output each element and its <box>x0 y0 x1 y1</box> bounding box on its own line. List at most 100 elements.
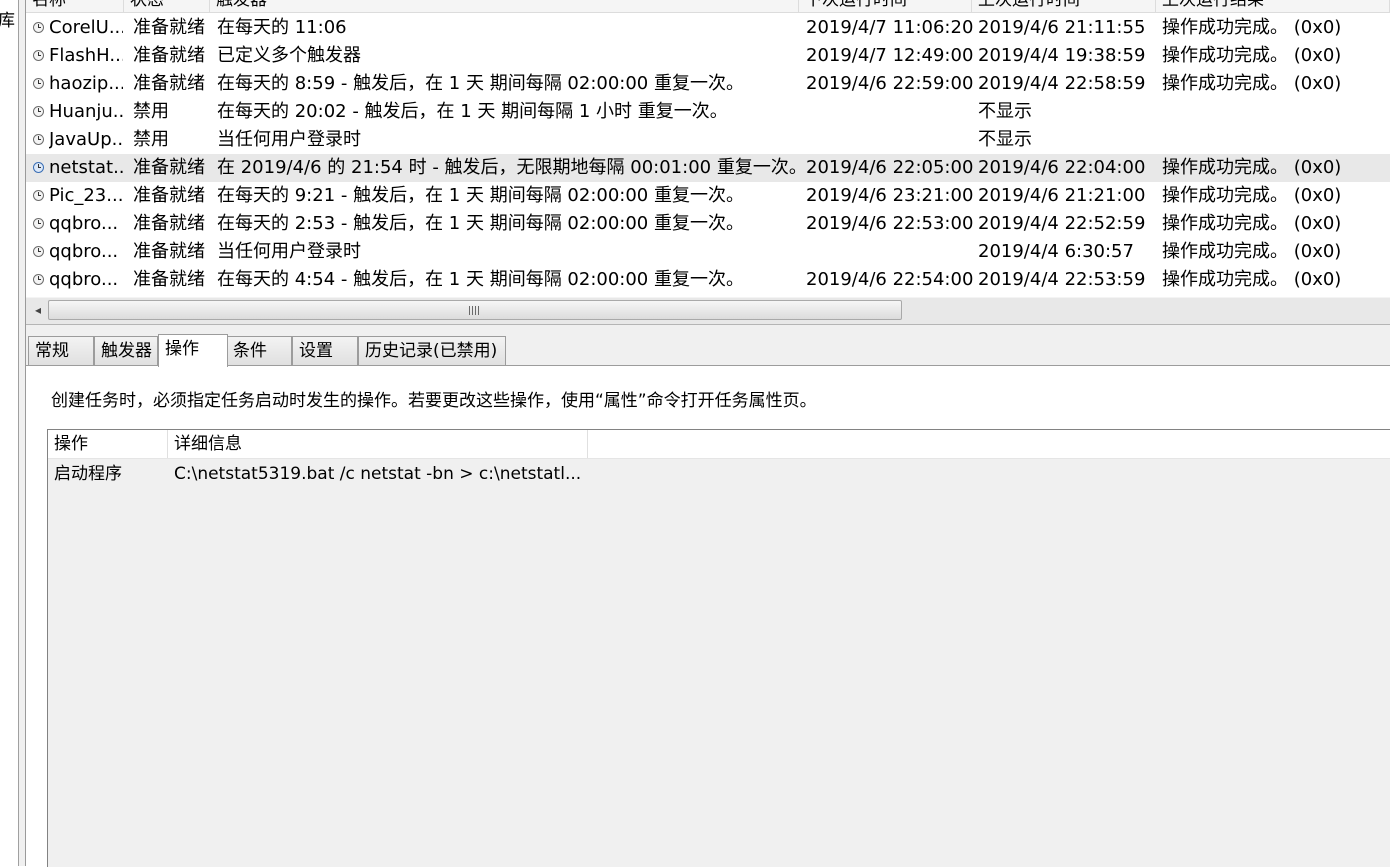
column-header-trigger[interactable]: 触发器 <box>210 0 799 12</box>
tab-general[interactable]: 常规 <box>28 336 94 365</box>
task-status: 禁用 <box>133 101 169 122</box>
task-name: qqbro... <box>49 269 119 290</box>
tab-settings[interactable]: 设置 <box>292 336 358 365</box>
task-name: Pic_23... <box>49 185 123 206</box>
tab-history[interactable]: 历史记录(已禁用) <box>358 336 506 365</box>
task-next-run: 2019/4/6 22:05:00 <box>806 157 974 178</box>
task-last-result <box>1162 126 1388 154</box>
task-clock-icon <box>33 162 44 173</box>
task-row[interactable]: qqbro... 准备就绪 当任何用户登录时 2019/4/4 6:30:57 操作成功… <box>26 238 1390 266</box>
task-row[interactable]: Huanju... 禁用 在每天的 20:02 - 触发后，在 1 天 期间每隔 1… <box>26 98 1390 126</box>
task-list[interactable]: 名称 状态 触发器 下次运行时间 上次运行时间 上次运行结果 CorelU...… <box>26 0 1390 324</box>
task-next-run: 2019/4/6 22:59:00 <box>806 73 974 94</box>
task-name: CorelU... <box>49 17 123 38</box>
scrollbar-thumb[interactable] <box>48 300 902 320</box>
task-next-run <box>806 238 974 266</box>
task-status: 准备就绪 <box>133 213 205 234</box>
task-last-result: 操作成功完成。 (0x0) <box>1162 45 1342 66</box>
task-row[interactable]: qqbro... 准备就绪 在每天的 4:54 - 触发后，在 1 天 期间每隔 0… <box>26 266 1390 294</box>
task-trigger: 在每天的 2:53 - 触发后，在 1 天 期间每隔 02:00:00 重复一次… <box>217 213 744 234</box>
task-status: 禁用 <box>133 129 169 150</box>
task-last-run: 2019/4/4 19:38:59 <box>978 45 1146 66</box>
task-last-result: 操作成功完成。 (0x0) <box>1162 73 1342 94</box>
task-trigger: 已定义多个触发器 <box>217 45 361 66</box>
task-next-run: 2019/4/6 23:21:00 <box>806 185 974 206</box>
tab-triggers[interactable]: 触发器 <box>94 336 158 365</box>
task-status: 准备就绪 <box>133 17 205 38</box>
task-clock-icon <box>33 50 44 61</box>
task-row[interactable]: Pic_23... 准备就绪 在每天的 9:21 - 触发后，在 1 天 期间每隔 … <box>26 182 1390 210</box>
action-row[interactable]: 启动程序 C:\netstat5319.bat /c netstat -bn >… <box>48 460 1390 488</box>
task-clock-icon <box>33 274 44 285</box>
task-last-run: 不显示 <box>978 129 1032 150</box>
task-row[interactable]: haozip... 准备就绪 在每天的 8:59 - 触发后，在 1 天 期间每隔 … <box>26 70 1390 98</box>
task-status: 准备就绪 <box>133 45 205 66</box>
task-row[interactable]: JavaUp... 禁用 当任何用户登录时 不显示 <box>26 126 1390 154</box>
column-header-last-result[interactable]: 上次运行结果 <box>1156 0 1390 12</box>
tab-actions[interactable]: 操作 <box>158 334 228 367</box>
action-detail: C:\netstat5319.bat /c netstat -bn > c:\n… <box>174 464 582 484</box>
task-name: netstat... <box>49 157 123 178</box>
task-last-run: 2019/4/6 22:04:00 <box>978 157 1146 178</box>
task-trigger: 在每天的 11:06 <box>217 17 347 38</box>
task-row[interactable]: netstat... 准备就绪在 2019/4/6 的 21:54 时 - 触发后… <box>26 154 1390 182</box>
actions-description: 创建任务时，必须指定任务启动时发生的操作。若要更改这些操作，使用“属性”命令打开… <box>51 391 817 411</box>
task-row[interactable]: qqbro... 准备就绪 在每天的 2:53 - 触发后，在 1 天 期间每隔 0… <box>26 210 1390 238</box>
task-last-result: 操作成功完成。 (0x0) <box>1162 17 1342 38</box>
column-header-last-run[interactable]: 上次运行时间 <box>972 0 1156 12</box>
tab-conditions[interactable]: 条件 <box>226 336 292 365</box>
tree-item-fragment[interactable]: 库 <box>0 6 15 31</box>
column-header-action[interactable]: 操作 <box>48 430 168 458</box>
actions-table[interactable]: 操作 详细信息 启动程序 C:\netstat5319.bat /c netst… <box>47 429 1390 867</box>
task-list-header: 名称 状态 触发器 下次运行时间 上次运行时间 上次运行结果 <box>26 0 1390 13</box>
task-status: 准备就绪 <box>133 269 205 290</box>
task-name: qqbro... <box>49 213 119 234</box>
column-header-next-run[interactable]: 下次运行时间 <box>799 0 972 12</box>
pane-splitter-vertical[interactable] <box>19 0 26 866</box>
details-tab-bar: 常规 触发器 操作 条件 设置 历史记录(已禁用) <box>26 334 1390 367</box>
task-clock-icon <box>33 246 44 257</box>
task-next-run <box>806 126 974 154</box>
task-last-result: 操作成功完成。 (0x0) <box>1162 185 1342 206</box>
task-last-result: 操作成功完成。 (0x0) <box>1162 269 1342 290</box>
task-last-run: 不显示 <box>978 101 1032 122</box>
column-header-name[interactable]: 名称 <box>26 0 124 12</box>
task-trigger: 在每天的 9:21 - 触发后，在 1 天 期间每隔 02:00:00 重复一次… <box>217 185 744 206</box>
task-status: 准备就绪 <box>133 241 205 262</box>
scroll-left-arrow-icon[interactable]: ◂ <box>30 302 46 318</box>
task-last-run: 2019/4/4 22:52:59 <box>978 213 1146 234</box>
task-status: 准备就绪 <box>133 73 205 94</box>
task-last-result: 操作成功完成。 (0x0) <box>1162 241 1342 262</box>
actions-tab-content: 创建任务时，必须指定任务启动时发生的操作。若要更改这些操作，使用“属性”命令打开… <box>26 366 1390 867</box>
task-row[interactable]: FlashH... 准备就绪 已定义多个触发器 2019/4/7 12:49:00 20… <box>26 42 1390 70</box>
task-next-run: 2019/4/7 12:49:00 <box>806 45 974 66</box>
task-trigger: 在每天的 8:59 - 触发后，在 1 天 期间每隔 02:00:00 重复一次… <box>217 73 744 94</box>
task-next-run: 2019/4/6 22:54:00 <box>806 269 974 290</box>
navigation-tree-pane[interactable]: 库 <box>0 0 19 866</box>
task-name: FlashH... <box>49 45 123 66</box>
task-last-result <box>1162 98 1388 126</box>
actions-table-header: 操作 详细信息 <box>48 430 1390 459</box>
task-trigger: 当任何用户登录时 <box>217 241 361 262</box>
task-last-run: 2019/4/6 21:21:00 <box>978 185 1146 206</box>
task-trigger: 在每天的 20:02 - 触发后，在 1 天 期间每隔 1 小时 重复一次。 <box>217 101 728 122</box>
task-details-pane: 常规 触发器 操作 条件 设置 历史记录(已禁用) 创建任务时，必须指定任务启动… <box>26 334 1390 867</box>
horizontal-scrollbar[interactable]: ◂ <box>26 297 1390 324</box>
task-last-run: 2019/4/4 22:58:59 <box>978 73 1146 94</box>
task-clock-icon <box>33 190 44 201</box>
task-next-run: 2019/4/6 22:53:00 <box>806 213 974 234</box>
task-name: qqbro... <box>49 241 119 262</box>
task-clock-icon <box>33 218 44 229</box>
task-last-run: 2019/4/4 6:30:57 <box>978 241 1134 262</box>
task-next-run: 2019/4/7 11:06:20 <box>806 17 974 38</box>
task-row[interactable]: CorelU... 准备就绪 在每天的 11:06 2019/4/7 11:06:20… <box>26 14 1390 42</box>
task-clock-icon <box>33 134 44 145</box>
task-clock-icon <box>33 106 44 117</box>
column-header-details[interactable]: 详细信息 <box>168 430 588 458</box>
column-header-status[interactable]: 状态 <box>124 0 210 12</box>
task-name: Huanju... <box>49 101 123 122</box>
task-clock-icon <box>33 22 44 33</box>
task-name: haozip... <box>49 73 123 94</box>
task-name: JavaUp... <box>49 129 123 150</box>
task-status: 准备就绪 <box>133 157 205 178</box>
